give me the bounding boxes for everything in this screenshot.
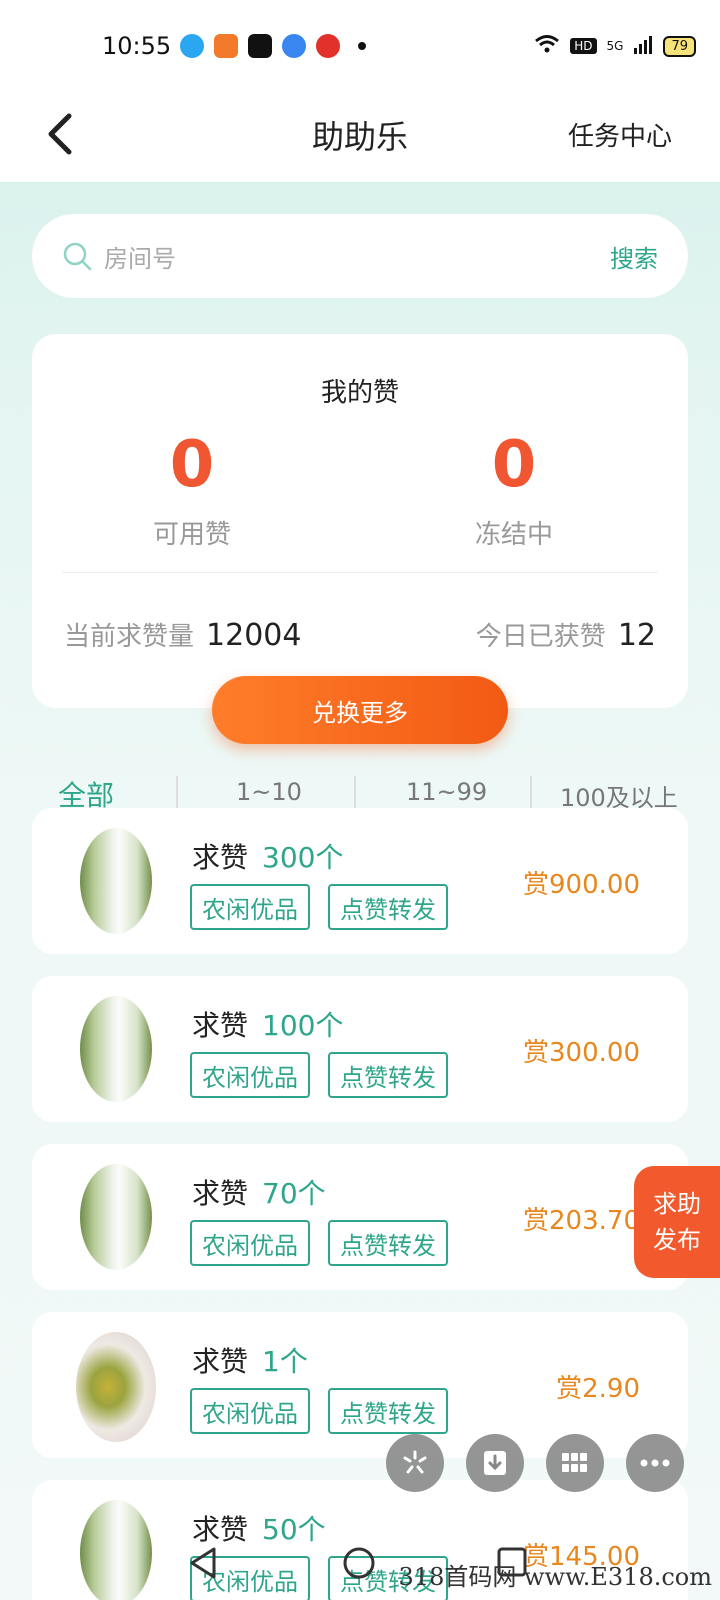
task-title-text: 求赞 — [192, 1345, 249, 1378]
task-title: 求赞 70个 — [192, 1172, 326, 1212]
triangle-back-icon[interactable] — [188, 1546, 218, 1584]
task-thumbnail — [80, 828, 152, 934]
today-earned-label: 今日已获赞 — [475, 622, 606, 652]
current-requests: 当前求赞量 12004 — [64, 616, 301, 653]
task-tag: 点赞转发 — [328, 1388, 448, 1434]
news-icon — [316, 34, 340, 58]
today-earned: 今日已获赞 12 — [476, 616, 656, 653]
task-tag: 农闲优品 — [190, 1388, 310, 1434]
current-requests-label: 当前求赞量 — [64, 622, 195, 652]
available-likes: 0 可用赞 — [82, 420, 302, 551]
grid-icon — [562, 1453, 587, 1472]
browser-icon — [282, 34, 306, 58]
qq-icon — [180, 34, 204, 58]
network-label: 5G — [606, 39, 624, 53]
task-reward: 赏2.90 — [556, 1374, 640, 1404]
status-indicators: HD 5G 79 — [534, 34, 696, 58]
available-likes-value: 0 — [169, 428, 215, 502]
search-bar[interactable]: 房间号 搜索 — [32, 214, 688, 298]
today-earned-value: 12 — [617, 618, 656, 653]
floating-tools — [386, 1434, 684, 1492]
more-notifications-dot-icon — [358, 42, 366, 50]
watermark: 318首码网 www.E318.com — [398, 1563, 712, 1591]
task-count: 1个 — [262, 1345, 308, 1378]
task-title: 求赞 1个 — [192, 1340, 308, 1380]
help-publish-button[interactable]: 求助 发布 — [634, 1166, 720, 1278]
current-requests-value: 12004 — [206, 618, 302, 653]
task-thumbnail — [76, 1332, 156, 1442]
tiktok-icon — [248, 34, 272, 58]
task-tag: 点赞转发 — [328, 884, 448, 930]
task-tag: 农闲优品 — [190, 884, 310, 930]
battery-icon: 79 — [663, 35, 696, 57]
notification-icons — [180, 34, 366, 58]
circle-home-icon[interactable] — [342, 1546, 376, 1584]
task-tag: 农闲优品 — [190, 1052, 310, 1098]
wifi-icon — [534, 34, 560, 58]
app-icon — [214, 34, 238, 58]
task-title: 求赞 100个 — [192, 1004, 343, 1044]
tab-11-99[interactable]: 11~99 — [406, 778, 487, 806]
frozen-likes-value: 0 — [491, 428, 537, 502]
task-count: 300个 — [262, 841, 344, 874]
tab-1-10[interactable]: 1~10 — [236, 778, 302, 806]
task-reward: 赏203.70 — [523, 1206, 640, 1236]
task-count: 100个 — [262, 1009, 344, 1042]
frozen-likes: 0 冻结中 — [404, 420, 624, 551]
available-likes-label: 可用赞 — [152, 520, 231, 550]
task-card[interactable]: 求赞 300个 农闲优品 点赞转发 赏900.00 — [32, 808, 688, 954]
task-tag: 农闲优品 — [190, 1220, 310, 1266]
task-thumbnail — [80, 996, 152, 1102]
task-thumbnail — [80, 1164, 152, 1270]
signal-icon — [633, 34, 653, 58]
task-title-text: 求赞 — [192, 1177, 249, 1210]
status-bar: 10:55 HD 5G 79 — [0, 0, 720, 90]
my-likes-card: 我的赞 0 可用赞 0 冻结中 当前求赞量 12004 今日已获赞 12 — [32, 334, 688, 708]
search-button[interactable]: 搜索 — [610, 239, 658, 274]
help-publish-line1: 求助 — [653, 1190, 701, 1218]
grid-tool-button[interactable] — [546, 1434, 604, 1492]
help-publish-line2: 发布 — [653, 1226, 701, 1254]
task-reward: 赏300.00 — [523, 1038, 640, 1068]
task-count: 70个 — [262, 1177, 326, 1210]
task-card[interactable]: 求赞 70个 农闲优品 点赞转发 赏203.70 — [32, 1144, 688, 1290]
task-reward: 赏900.00 — [523, 870, 640, 900]
status-time: 10:55 — [102, 32, 172, 60]
download-icon — [484, 1451, 506, 1475]
task-tag: 点赞转发 — [328, 1052, 448, 1098]
search-input[interactable]: 房间号 — [104, 239, 610, 274]
card-divider — [62, 572, 658, 573]
task-tag: 点赞转发 — [328, 1220, 448, 1266]
task-card[interactable]: 求赞 100个 农闲优品 点赞转发 赏300.00 — [32, 976, 688, 1122]
task-title-text: 求赞 — [192, 841, 249, 874]
more-dots-icon — [640, 1459, 670, 1467]
sparkle-icon — [403, 1450, 427, 1474]
hd-badge: HD — [570, 38, 597, 54]
exchange-more-button[interactable]: 兑换更多 — [212, 676, 508, 744]
nav-bar: 助助乐 任务中心 — [0, 90, 720, 182]
my-likes-title: 我的赞 — [320, 378, 399, 408]
sparkle-tool-button[interactable] — [386, 1434, 444, 1492]
download-tool-button[interactable] — [466, 1434, 524, 1492]
frozen-likes-label: 冻结中 — [474, 520, 553, 550]
task-title-text: 求赞 — [192, 1009, 249, 1042]
more-tool-button[interactable] — [626, 1434, 684, 1492]
search-icon — [63, 242, 92, 271]
task-center-link[interactable]: 任务中心 — [568, 116, 672, 153]
task-title: 求赞 300个 — [192, 836, 343, 876]
